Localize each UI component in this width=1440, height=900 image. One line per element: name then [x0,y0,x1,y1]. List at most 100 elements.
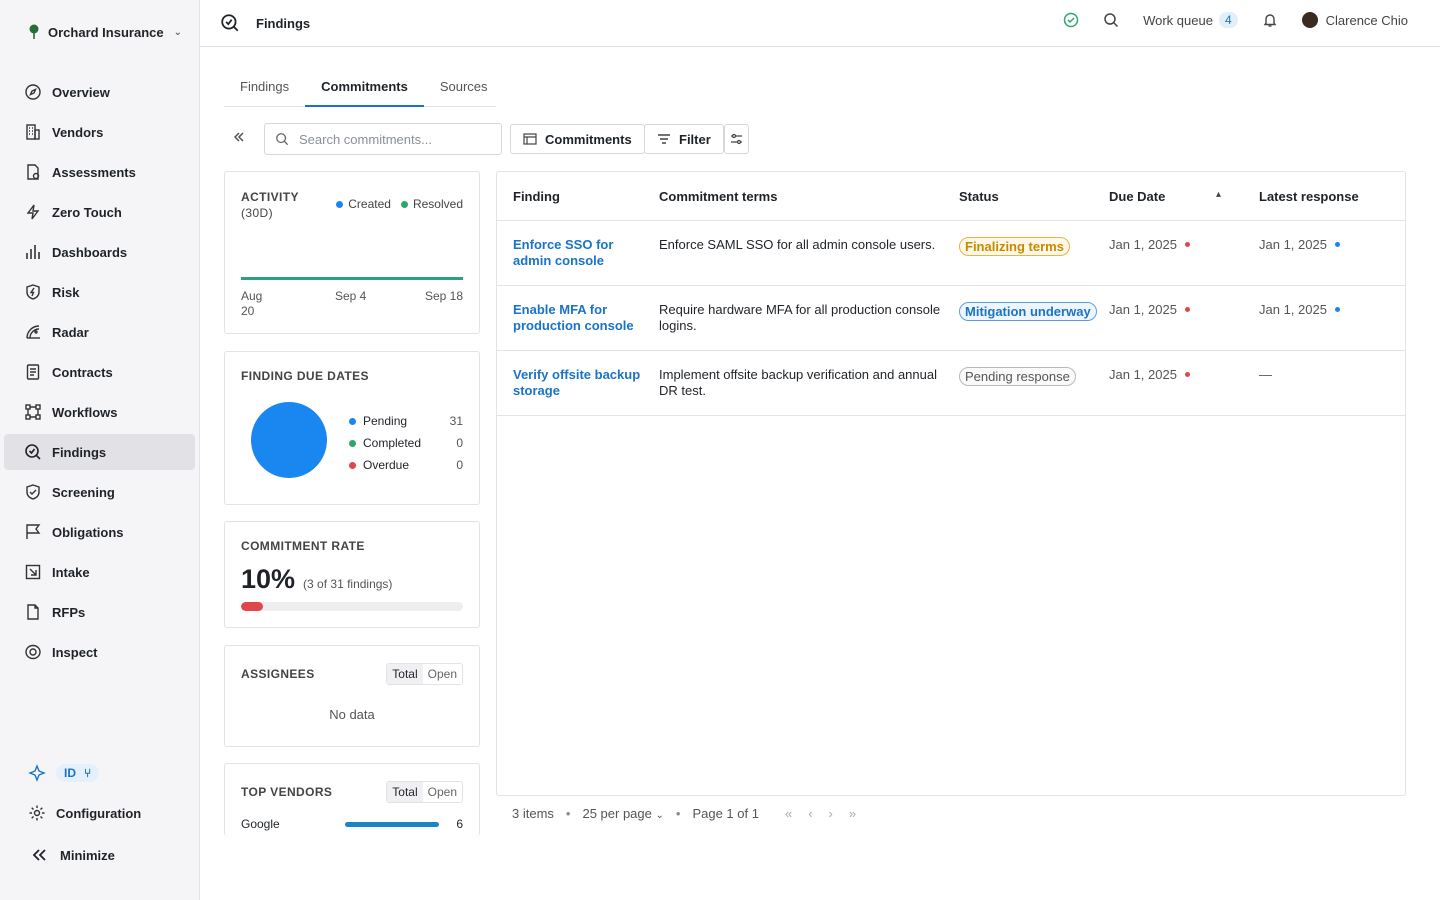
workflow-icon [25,404,41,420]
sidebar-item-label: Risk [52,284,80,300]
bell-icon[interactable] [1262,12,1278,28]
legend-dot [400,200,408,208]
tab-commitments[interactable]: Commitments [305,70,424,107]
sidebar-item-dashboards[interactable]: Dashboards [4,234,195,270]
status-cell: Pending response [943,367,1093,386]
due-dates-title: FINDING DUE DATES [241,369,369,383]
tab-sources[interactable]: Sources [424,70,504,107]
sidebar-item-assessments[interactable]: Assessments [4,154,195,190]
sidebar-item-findings[interactable]: Findings [4,434,195,470]
due-date: Jan 1, 2025 [1109,302,1177,317]
findings-icon [25,444,41,460]
sidebar-item-contracts[interactable]: Contracts [4,354,195,390]
sidebar-item-label: Zero Touch [52,204,122,220]
filter-button[interactable]: Filter [644,124,724,154]
page-indicator: Page 1 of 1 [692,806,759,821]
vendor-bar [345,822,439,827]
sidebar-item-obligations[interactable]: Obligations [4,514,195,550]
status-cell: Mitigation underway [943,302,1097,321]
assignees-card: ASSIGNEES Total Open No data [224,645,480,747]
intake-icon [25,564,41,580]
sidebar-item-inspect[interactable]: Inspect [4,634,195,670]
work-queue-button[interactable]: Work queue 4 [1143,12,1238,28]
commitment-rate-title: COMMITMENT RATE [241,539,365,553]
status-check-icon[interactable] [1063,12,1079,28]
latest-response-cell: Jan 1, 2025 [1243,302,1403,317]
table-row[interactable]: Enforce SSO for admin console Enforce SA… [497,221,1405,286]
status-badge: Finalizing terms [959,237,1070,256]
toggle-total[interactable]: Total [387,664,423,684]
activity-legend: Created Resolved [336,197,463,211]
double-chevron-left-icon [233,132,244,142]
finding-link[interactable]: Verify offsite backup storage [497,367,643,399]
overdue-dot [1184,372,1190,377]
sidebar-item-zero-touch[interactable]: Zero Touch [4,194,195,230]
user-menu[interactable]: Clarence Chio [1301,12,1408,28]
item-count: 3 items [512,806,554,821]
sidebar-item-label: RFPs [52,604,86,620]
sidebar-item-intake[interactable]: Intake [4,554,195,590]
sidebar-item-overview[interactable]: Overview [4,74,195,110]
sidebar-nav: Overview Vendors Assessments Zero Touch … [4,74,195,674]
configuration-button[interactable]: Configuration [28,804,141,822]
sidebar-item-label: Inspect [52,644,98,660]
due-date: Jan 1, 2025 [1109,367,1177,382]
contract-icon [26,364,40,380]
sidebar-item-screening[interactable]: Screening [4,474,195,510]
first-page-icon[interactable]: « [785,806,792,821]
sidebar-item-label: Workflows [52,404,118,420]
collapse-panel-button[interactable] [232,130,246,149]
sidebar-item-label: Dashboards [52,244,128,260]
header-latest-response[interactable]: Latest response [1243,189,1403,204]
minimize-button[interactable]: Minimize [30,846,115,864]
toggle-open[interactable]: Open [423,664,462,684]
header-due-date[interactable]: Due Date ▴ [1093,189,1243,204]
column-settings-button[interactable] [724,124,749,154]
search-icon[interactable] [1103,12,1119,28]
next-page-icon[interactable]: › [829,806,833,821]
filter-icon [658,134,670,144]
sidebar-item-risk[interactable]: Risk [4,274,195,310]
sparkle-badge-icon[interactable] [28,764,46,782]
sidebar-item-radar[interactable]: Radar [4,314,195,350]
table-row[interactable]: Verify offsite backup storage Implement … [497,351,1405,416]
last-page-icon[interactable]: » [849,806,856,821]
table-row[interactable]: Enable MFA for production console Requir… [497,286,1405,351]
header-commitment-terms[interactable]: Commitment terms [643,189,943,204]
eye-icon [25,644,41,660]
sidebar-item-workflows[interactable]: Workflows [4,394,195,430]
x-tick-label: Aug [241,289,263,303]
view-commitments-button[interactable]: Commitments [510,124,645,154]
git-branch-icon: ⑂ [84,766,92,780]
user-name: Clarence Chio [1325,12,1408,28]
header-status[interactable]: Status [943,189,1093,204]
search-input[interactable] [299,131,489,147]
legend-row-pending: Pending 31 [349,410,463,432]
per-page-select[interactable]: 25 per page ⌄ [582,806,663,821]
id-badge[interactable]: ID ⑂ [56,764,100,782]
sidebar-item-rfps[interactable]: RFPs [4,594,195,630]
due-date-cell: Jan 1, 2025 [1093,237,1243,252]
activity-line [241,277,463,280]
status-cell: Finalizing terms [943,237,1093,256]
sidebar-item-vendors[interactable]: Vendors [4,114,195,150]
table-view-icon [523,133,537,145]
radar-icon [26,325,40,339]
toggle-total[interactable]: Total [387,782,423,802]
org-switcher[interactable]: Orchard Insurance ⌄ [28,22,182,42]
finding-link[interactable]: Enforce SSO for admin console [497,237,643,269]
search-field[interactable] [264,123,502,155]
finding-link[interactable]: Enable MFA for production console [497,302,643,334]
prev-page-icon[interactable]: ‹ [808,806,812,821]
vendor-name[interactable]: Google [241,817,280,831]
legend-label: Overdue [363,458,410,472]
header-finding[interactable]: Finding [497,189,643,204]
tab-findings[interactable]: Findings [224,70,305,107]
commitment-terms: Implement offsite backup verification an… [659,367,937,398]
toggle-open[interactable]: Open [423,782,462,802]
avatar [1301,12,1318,28]
shield-bolt-icon [26,284,40,300]
tree-icon [29,24,39,39]
assignees-title: ASSIGNEES [241,667,315,681]
legend-value: 0 [456,458,463,472]
